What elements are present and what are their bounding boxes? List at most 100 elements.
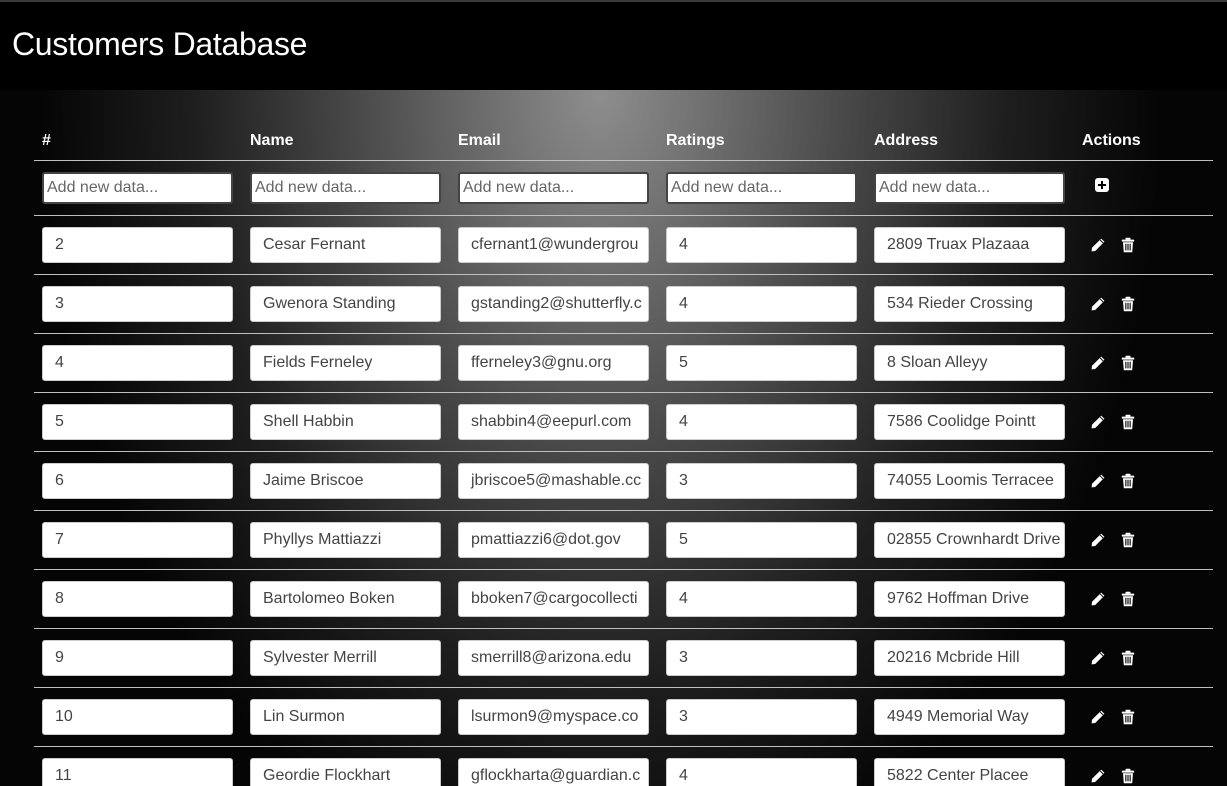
name-cell[interactable]: Cesar Fernant bbox=[250, 226, 441, 263]
name-cell[interactable]: Fields Ferneley bbox=[250, 344, 441, 381]
rating-cell[interactable]: 3 bbox=[666, 639, 857, 676]
name-cell[interactable]: Gwenora Standing bbox=[250, 285, 441, 322]
rating-cell[interactable]: 3 bbox=[666, 462, 857, 499]
delete-button[interactable] bbox=[1120, 355, 1136, 371]
address-cell[interactable]: 4949 Memorial Way bbox=[874, 698, 1065, 735]
table-header-row: # Name Email Ratings Address Actions bbox=[34, 130, 1213, 161]
name-cell[interactable]: Jaime Briscoe bbox=[250, 462, 441, 499]
table-row: 9 Sylvester Merrill smerrill8@arizona.edu 3… bbox=[34, 628, 1213, 688]
email-cell[interactable]: fferneley3@gnu.org bbox=[458, 344, 649, 381]
table-row: 5 Shell Habbin shabbin4@eepurl.com 4 7586 Co… bbox=[34, 392, 1213, 452]
column-header-id: # bbox=[34, 130, 242, 161]
address-cell[interactable]: 02855 Crownhardt Drive bbox=[874, 521, 1065, 558]
email-cell[interactable]: lsurmon9@myspace.co bbox=[458, 698, 649, 735]
edit-button[interactable] bbox=[1090, 355, 1106, 371]
table-row: 2 Cesar Fernant cfernant1@wundergrou 4 2809 … bbox=[34, 215, 1213, 275]
id-cell[interactable]: 5 bbox=[42, 403, 233, 440]
rating-cell[interactable]: 4 bbox=[666, 403, 857, 440]
edit-button[interactable] bbox=[1090, 591, 1106, 607]
email-cell[interactable]: jbriscoe5@mashable.cc bbox=[458, 462, 649, 499]
delete-button[interactable] bbox=[1120, 296, 1136, 312]
name-cell[interactable]: Shell Habbin bbox=[250, 403, 441, 440]
table-row: 11 Geordie Flockhart gflockharta@guardian.… bbox=[34, 746, 1213, 786]
delete-button[interactable] bbox=[1120, 591, 1136, 607]
email-cell[interactable]: pmattiazzi6@dot.gov bbox=[458, 521, 649, 558]
trash-icon bbox=[1121, 473, 1135, 488]
id-cell[interactable]: 6 bbox=[42, 462, 233, 499]
edit-button[interactable] bbox=[1090, 237, 1106, 253]
address-cell[interactable]: 9762 Hoffman Drive bbox=[874, 580, 1065, 617]
id-cell[interactable]: 11 bbox=[42, 757, 233, 786]
address-cell[interactable]: 5822 Center Placee bbox=[874, 757, 1065, 786]
address-cell[interactable]: 74055 Loomis Terracee bbox=[874, 462, 1065, 499]
rating-cell[interactable]: 3 bbox=[666, 698, 857, 735]
table-row: 3 Gwenora Standing gstanding2@shutterfly.c… bbox=[34, 274, 1213, 334]
rating-cell[interactable]: 5 bbox=[666, 344, 857, 381]
delete-button[interactable] bbox=[1120, 414, 1136, 430]
table-row: 6 Jaime Briscoe jbriscoe5@mashable.cc 3 7405… bbox=[34, 451, 1213, 511]
email-cell[interactable]: shabbin4@eepurl.com bbox=[458, 403, 649, 440]
main-content: # Name Email Ratings Address Actions Add… bbox=[0, 90, 1227, 786]
row-actions bbox=[1082, 768, 1205, 784]
id-cell[interactable]: 7 bbox=[42, 521, 233, 558]
email-cell[interactable]: gflockharta@guardian.c bbox=[458, 757, 649, 786]
id-cell[interactable]: 9 bbox=[42, 639, 233, 676]
new-email-input[interactable] bbox=[458, 171, 649, 204]
id-cell[interactable]: 10 bbox=[42, 698, 233, 735]
email-cell[interactable]: bboken7@cargocollecti bbox=[458, 580, 649, 617]
rating-cell[interactable]: 4 bbox=[666, 285, 857, 322]
rating-cell[interactable]: 4 bbox=[666, 580, 857, 617]
address-cell[interactable]: 8 Sloan Alleyy bbox=[874, 344, 1065, 381]
edit-button[interactable] bbox=[1090, 650, 1106, 666]
name-cell[interactable]: Lin Surmon bbox=[250, 698, 441, 735]
page-title: Customers Database bbox=[12, 26, 308, 62]
edit-button[interactable] bbox=[1090, 768, 1106, 784]
address-cell[interactable]: 7586 Coolidge Pointt bbox=[874, 403, 1065, 440]
edit-button[interactable] bbox=[1090, 473, 1106, 489]
new-address-input[interactable] bbox=[874, 171, 1065, 204]
trash-icon bbox=[1121, 768, 1135, 783]
pencil-icon bbox=[1091, 710, 1105, 723]
delete-button[interactable] bbox=[1120, 473, 1136, 489]
edit-button[interactable] bbox=[1090, 296, 1106, 312]
id-cell[interactable]: 3 bbox=[42, 285, 233, 322]
address-cell[interactable]: 534 Rieder Crossing bbox=[874, 285, 1065, 322]
row-actions bbox=[1082, 414, 1205, 430]
name-cell[interactable]: Phyllys Mattiazzi bbox=[250, 521, 441, 558]
id-cell[interactable]: 4 bbox=[42, 344, 233, 381]
name-cell[interactable]: Bartolomeo Boken bbox=[250, 580, 441, 617]
row-actions bbox=[1082, 237, 1205, 253]
edit-button[interactable] bbox=[1090, 414, 1106, 430]
delete-button[interactable] bbox=[1120, 768, 1136, 784]
id-cell[interactable]: 2 bbox=[42, 226, 233, 263]
row-actions bbox=[1082, 591, 1205, 607]
pencil-icon bbox=[1091, 297, 1105, 310]
new-id-input[interactable] bbox=[42, 171, 233, 204]
pencil-icon bbox=[1091, 533, 1105, 546]
edit-button[interactable] bbox=[1090, 709, 1106, 725]
email-cell[interactable]: smerrill8@arizona.edu bbox=[458, 639, 649, 676]
pencil-icon bbox=[1091, 474, 1105, 487]
table-row: 7 Phyllys Mattiazzi pmattiazzi6@dot.gov 5 02… bbox=[34, 510, 1213, 570]
plus-square-icon bbox=[1095, 178, 1109, 192]
delete-button[interactable] bbox=[1120, 237, 1136, 253]
rating-cell[interactable]: 5 bbox=[666, 521, 857, 558]
new-name-input[interactable] bbox=[250, 171, 441, 204]
delete-button[interactable] bbox=[1120, 650, 1136, 666]
address-cell[interactable]: 20216 Mcbride Hill bbox=[874, 639, 1065, 676]
delete-button[interactable] bbox=[1120, 709, 1136, 725]
rating-cell[interactable]: 4 bbox=[666, 757, 857, 786]
delete-button[interactable] bbox=[1120, 532, 1136, 548]
id-cell[interactable]: 8 bbox=[42, 580, 233, 617]
email-cell[interactable]: cfernant1@wundergrou bbox=[458, 226, 649, 263]
name-cell[interactable]: Geordie Flockhart bbox=[250, 757, 441, 786]
add-row-button[interactable] bbox=[1082, 177, 1110, 193]
edit-button[interactable] bbox=[1090, 532, 1106, 548]
email-cell[interactable]: gstanding2@shutterfly.c bbox=[458, 285, 649, 322]
row-actions bbox=[1082, 296, 1205, 312]
name-cell[interactable]: Sylvester Merrill bbox=[250, 639, 441, 676]
address-cell[interactable]: 2809 Truax Plazaaa bbox=[874, 226, 1065, 263]
table-row: 8 Bartolomeo Boken bboken7@cargocollecti 4 9… bbox=[34, 569, 1213, 629]
new-ratings-input[interactable] bbox=[666, 171, 857, 204]
rating-cell[interactable]: 4 bbox=[666, 226, 857, 263]
